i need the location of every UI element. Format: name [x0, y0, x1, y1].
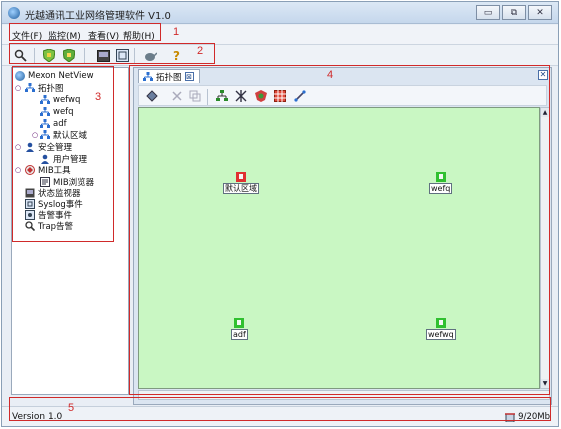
annotation-box-status — [9, 397, 551, 421]
annotation-box-workspace — [129, 65, 550, 395]
restore-icon: ⧉ — [510, 7, 518, 18]
restore-button[interactable]: ⧉ — [502, 5, 526, 20]
annotation-box-menu — [9, 23, 161, 41]
annotation-number: 1 — [173, 26, 180, 38]
close-icon: ✕ — [536, 7, 544, 18]
annotation-number: 5 — [68, 402, 75, 414]
annotation-box-toolbar — [9, 43, 215, 64]
minimize-button[interactable]: ▭ — [476, 5, 500, 20]
close-button[interactable]: ✕ — [528, 5, 552, 20]
minimize-icon: ▭ — [483, 7, 493, 18]
title-bar: 光越通讯工业网络管理软件 V1.0 ▭ ⧉ ✕ — [2, 2, 558, 24]
window-controls: ▭ ⧉ ✕ — [476, 5, 552, 20]
annotation-number: 4 — [327, 69, 334, 81]
annotation-number: 3 — [95, 91, 102, 103]
window-title: 光越通讯工业网络管理软件 V1.0 — [25, 11, 171, 22]
annotation-number: 2 — [197, 45, 204, 57]
app-logo-icon — [8, 7, 20, 19]
